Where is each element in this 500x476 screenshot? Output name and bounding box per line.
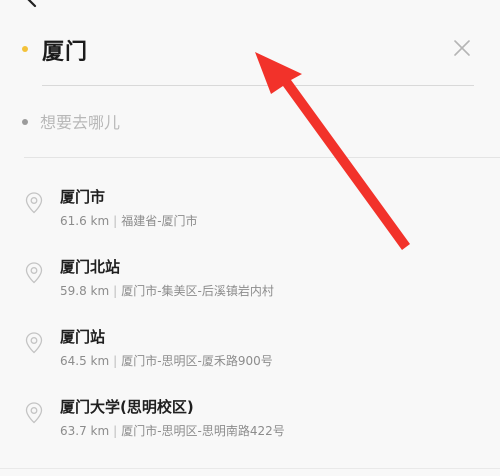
result-address: 福建省-厦门市: [121, 214, 198, 228]
result-meta: 59.8 km | 厦门市-集美区-后溪镇岩内村: [60, 282, 274, 299]
result-meta: 63.7 km | 厦门市-思明区-思明南路422号: [60, 422, 285, 439]
result-name: 厦门市: [60, 188, 106, 206]
meta-separator: |: [113, 284, 118, 298]
location-pin-icon: [25, 192, 43, 214]
search-screen: 厦门 厦门市 61.6 km|福建省-厦门市 厦门北站 59.8 km|厦门市: [0, 0, 500, 476]
list-item[interactable]: 厦门北站 59.8 km | 厦门市-集美区-后溪镇岩内村: [0, 242, 500, 312]
chevron-left-icon[interactable]: [20, 0, 42, 8]
destination-dot-icon: [22, 119, 28, 125]
result-address: 厦门市-思明区-厦禾路900号: [121, 354, 273, 368]
close-icon[interactable]: [452, 38, 472, 58]
result-distance: 64.5 km: [60, 354, 110, 368]
result-address: 厦门市-集美区-后溪镇岩内村: [121, 284, 274, 298]
destination-field-row[interactable]: [0, 102, 500, 142]
destination-input[interactable]: [36, 110, 344, 134]
result-name: 厦门站: [60, 328, 106, 346]
result-name: 厦门大学(思明校区): [60, 398, 194, 416]
location-pin-icon: [25, 332, 43, 354]
list-item[interactable]: 厦门站 64.5 km | 厦门市-思明区-厦禾路900号: [0, 312, 500, 382]
meta-separator: |: [113, 214, 118, 228]
result-meta: 61.6 km | 福建省-厦门市: [60, 212, 198, 229]
meta-separator: |: [113, 354, 118, 368]
list-item[interactable]: 厦门大学(思明校区) 63.7 km | 厦门市-思明区-思明南路422号: [0, 382, 500, 452]
origin-input-value[interactable]: 厦门: [42, 34, 88, 66]
meta-separator: |: [113, 424, 118, 438]
result-name: 厦门北站: [60, 258, 121, 276]
list-item[interactable]: 厦门市 61.6 km | 福建省-厦门市: [0, 172, 500, 242]
result-distance: 59.8 km: [60, 284, 110, 298]
result-distance: 61.6 km: [60, 214, 110, 228]
origin-dot-icon: [22, 46, 28, 52]
result-distance: 63.7 km: [60, 424, 110, 438]
result-meta: 64.5 km | 厦门市-思明区-厦禾路900号: [60, 352, 273, 369]
divider: [42, 85, 474, 86]
result-address: 厦门市-思明区-思明南路422号: [121, 424, 285, 438]
location-pin-icon: [25, 402, 43, 424]
divider: [0, 468, 500, 469]
location-pin-icon: [25, 262, 43, 284]
origin-field-row[interactable]: 厦门: [0, 24, 500, 80]
search-results-list: 厦门市 61.6 km | 福建省-厦门市 厦门北站 59.8 km | 厦门市-集美区…: [0, 172, 500, 452]
divider: [24, 157, 500, 158]
